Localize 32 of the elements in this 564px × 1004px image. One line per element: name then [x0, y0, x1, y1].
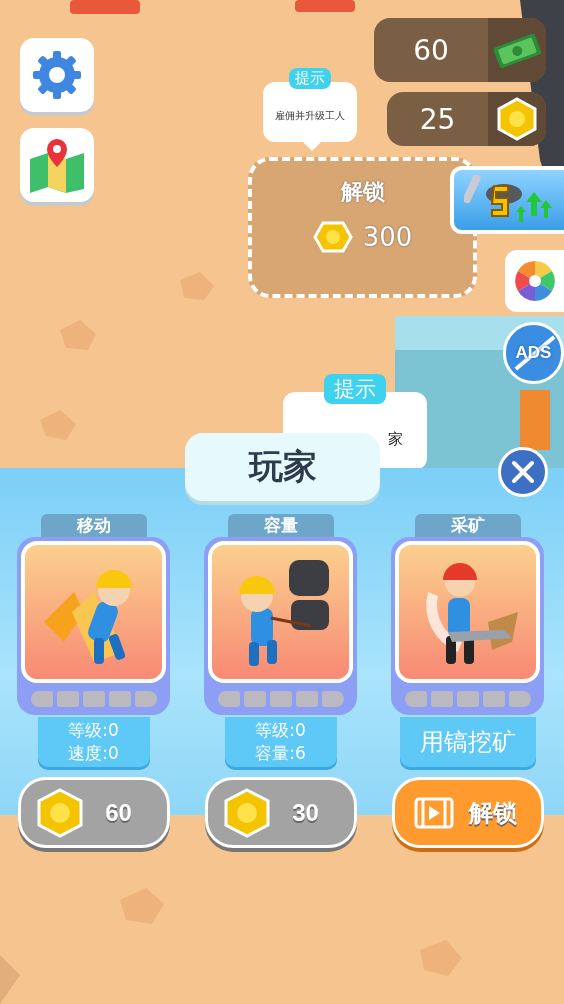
- coin-icon: [312, 221, 353, 253]
- upgrade-stat: 速度:0: [68, 742, 119, 765]
- coin-icon: [223, 787, 270, 838]
- hint-text: 雇佣并升级工人: [275, 109, 345, 123]
- upgrade-stat: 等级:0: [68, 719, 119, 742]
- close-icon: [511, 460, 535, 484]
- upgrade-label: 容量: [227, 514, 334, 537]
- map-icon: [28, 137, 86, 193]
- currency-amount: 25: [418, 102, 457, 136]
- income-boost-button[interactable]: [450, 166, 564, 234]
- crate-stack: [520, 390, 550, 450]
- upgrade-stat: 用镐挖矿: [419, 730, 516, 754]
- currency-amount: 60: [412, 33, 450, 67]
- unlock-zone[interactable]: 解锁 300: [248, 157, 477, 298]
- hint-badge: 提示: [324, 374, 386, 404]
- zone-title: 解锁: [340, 178, 385, 206]
- upgrade-label: 移动: [40, 514, 147, 537]
- settings-icon: [31, 49, 83, 101]
- hint-text: 家: [387, 430, 403, 449]
- upgrade-stat: 等级:0: [255, 719, 306, 742]
- hint-badge: 提示: [289, 68, 331, 89]
- coin-icon: [36, 787, 83, 838]
- barrier: [70, 0, 140, 14]
- barrier: [295, 0, 355, 12]
- cost-amount: 300: [362, 222, 413, 252]
- wheel-icon: [512, 259, 557, 303]
- video-icon: [413, 796, 454, 829]
- upgrade-stat: 容量:6: [255, 742, 306, 765]
- coin-icon: [497, 97, 537, 141]
- close-button[interactable]: [498, 447, 548, 497]
- upgrade-label: 采矿: [414, 514, 521, 537]
- spin-wheel-button[interactable]: [505, 250, 564, 312]
